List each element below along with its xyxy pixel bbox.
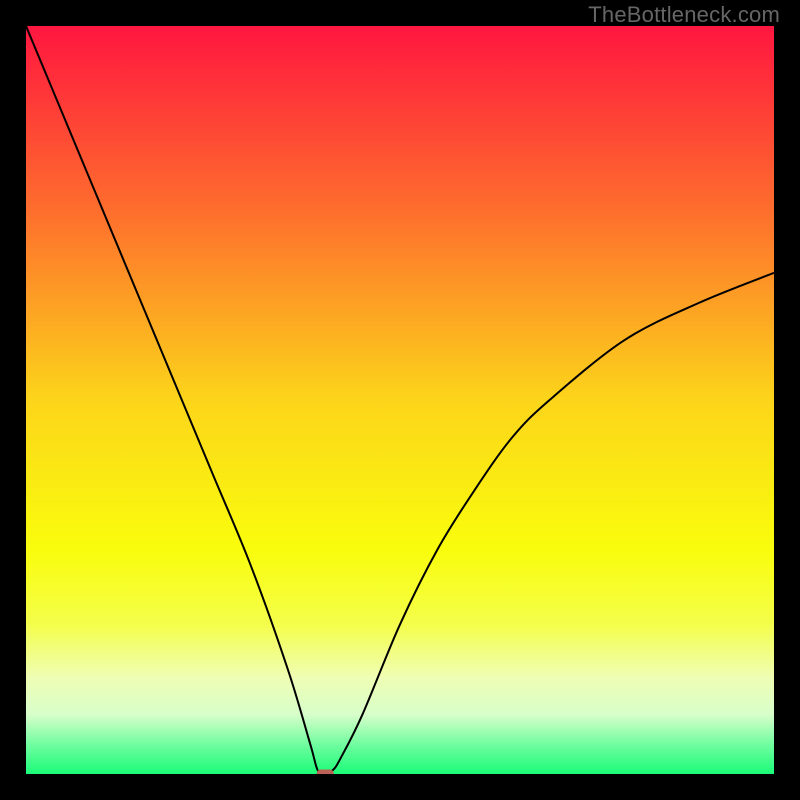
watermark-text: TheBottleneck.com (588, 2, 780, 28)
chart-background (26, 26, 774, 774)
current-point-marker (317, 770, 334, 775)
chart-svg (26, 26, 774, 774)
chart-frame: TheBottleneck.com (0, 0, 800, 800)
plot-area (26, 26, 774, 774)
